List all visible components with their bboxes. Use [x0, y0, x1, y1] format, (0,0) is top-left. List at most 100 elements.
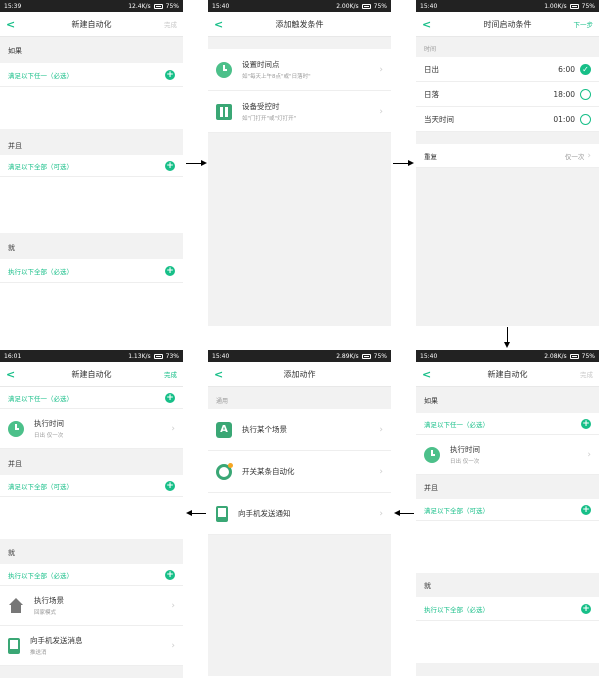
item-subtitle: 日出 仅一次: [34, 433, 64, 439]
nav-bar: < 添加触发条件: [208, 12, 391, 37]
if-condition-label: 满足以下任一（必选）: [424, 420, 489, 429]
item-title: 执行时间: [450, 445, 480, 454]
add-icon[interactable]: +: [165, 160, 175, 171]
action-run-scene[interactable]: A 执行某个场景 ›: [208, 409, 391, 451]
status-time: 15:39: [4, 2, 22, 10]
then-action-row[interactable]: 执行以下全部（必选） +: [416, 597, 599, 621]
back-icon[interactable]: <: [422, 368, 448, 381]
battery-icon: [361, 353, 371, 359]
battery-icon: [361, 3, 371, 9]
item-title: 执行某个场景: [242, 425, 287, 434]
empty-area: [0, 283, 183, 326]
time-option-sunset[interactable]: 日落 18:00: [416, 82, 599, 107]
radio-icon[interactable]: [580, 88, 591, 100]
net-speed: 2.89K/s: [336, 352, 359, 360]
back-icon[interactable]: <: [6, 18, 32, 31]
if-condition-row[interactable]: 满足以下任一（必选） +: [0, 387, 183, 409]
status-time: 15:40: [212, 352, 230, 360]
flow-arrowhead: [394, 510, 400, 516]
back-icon[interactable]: <: [422, 18, 448, 31]
add-icon[interactable]: +: [581, 603, 591, 614]
notify-action-item[interactable]: 向手机发送消息 推送消 ›: [0, 626, 183, 666]
page-title: 添加动作: [283, 369, 316, 379]
exec-time-item[interactable]: 执行时间 日出 仅一次 ›: [416, 435, 599, 475]
item-title: 向手机发送通知: [238, 509, 291, 518]
nav-bar: < 添加动作: [208, 362, 391, 387]
repeat-value: 仅一次: [564, 152, 585, 161]
time-option-daytime[interactable]: 当天时间 01:00: [416, 107, 599, 132]
and-condition-row[interactable]: 满足以下全部（可选） +: [416, 499, 599, 521]
if-condition-label: 满足以下任一（必选）: [8, 394, 73, 403]
exec-time-item[interactable]: 执行时间 日出 仅一次 ›: [0, 409, 183, 449]
option-label: 日出: [424, 64, 439, 74]
action-toggle-automation[interactable]: 开关某条自动化 ›: [208, 451, 391, 493]
status-time: 15:40: [212, 2, 230, 10]
page-title: 添加触发条件: [275, 19, 324, 29]
and-condition-row[interactable]: 满足以下全部（可选） +: [0, 475, 183, 497]
status-bar: 15:39 12.4K/s 75%: [0, 0, 183, 12]
add-icon[interactable]: +: [165, 480, 175, 491]
add-icon[interactable]: +: [165, 392, 175, 403]
next-button[interactable]: 下一步: [567, 19, 594, 29]
then-action-row[interactable]: 执行以下全部（必选） +: [0, 259, 183, 283]
add-icon[interactable]: +: [165, 265, 175, 276]
scene-action-item[interactable]: 执行场景 回家模式 ›: [0, 586, 183, 626]
chevron-right-icon: ›: [379, 64, 383, 75]
back-icon[interactable]: <: [214, 368, 240, 381]
item-subtitle: 如"每天上午8点"或"日落时": [242, 74, 311, 80]
then-action-label: 执行以下全部（必选）: [8, 571, 73, 580]
section-time: 时间: [416, 37, 599, 57]
if-condition-row[interactable]: 满足以下任一（必选） +: [0, 63, 183, 87]
back-icon[interactable]: <: [6, 368, 32, 381]
section-then: 就: [416, 573, 599, 597]
if-condition-label: 满足以下任一（必选）: [8, 71, 73, 80]
battery-level: 75%: [581, 352, 595, 360]
flow-arrowhead: [504, 342, 510, 348]
add-icon[interactable]: +: [581, 418, 591, 429]
repeat-row[interactable]: 重复 仅一次 ›: [416, 144, 599, 168]
radio-icon[interactable]: [580, 113, 591, 125]
add-icon[interactable]: +: [165, 569, 175, 580]
back-icon[interactable]: <: [214, 18, 240, 31]
empty-area: [0, 497, 183, 539]
battery-level: 75%: [581, 2, 595, 10]
battery-level: 75%: [373, 352, 387, 360]
status-time: 16:01: [4, 352, 22, 360]
option-label: 日落: [424, 89, 439, 99]
action-send-notification[interactable]: 向手机发送通知 ›: [208, 493, 391, 535]
automation-icon: [216, 462, 233, 480]
status-bar: 16:01 1.13K/s 73%: [0, 350, 183, 362]
time-option-sunrise[interactable]: 日出 6:00 ✓: [416, 57, 599, 82]
add-icon[interactable]: +: [581, 504, 591, 515]
repeat-label: 重复: [424, 152, 437, 161]
net-speed: 2.00K/s: [336, 2, 359, 10]
done-button[interactable]: 完成: [151, 369, 177, 379]
item-subtitle: 推送消: [30, 650, 47, 656]
done-button[interactable]: 完成: [567, 369, 593, 379]
empty-area: [0, 87, 183, 129]
if-condition-row[interactable]: 满足以下任一（必选） +: [416, 413, 599, 435]
item-subtitle: 日出 仅一次: [450, 459, 480, 465]
battery-level: 73%: [165, 352, 179, 360]
add-icon[interactable]: +: [165, 69, 175, 80]
item-title: 执行时间: [34, 419, 64, 428]
trigger-device-controlled[interactable]: 设备受控时 如"门打开"或"灯打开" ›: [208, 91, 391, 133]
screen-new-automation-1: 15:39 12.4K/s 75% < 新建自动化 完成 如果 满足以下任一（必选…: [0, 0, 183, 326]
battery-icon: [569, 3, 579, 9]
flow-diagram: 15:39 12.4K/s 75% < 新建自动化 完成 如果 满足以下任一（必选…: [0, 0, 600, 678]
and-condition-row[interactable]: 满足以下全部（可选） +: [0, 155, 183, 177]
flow-arrowhead: [186, 510, 192, 516]
chevron-right-icon: ›: [587, 150, 591, 161]
flow-arrow: [400, 513, 414, 514]
scene-icon: A: [216, 421, 232, 438]
battery-level: 75%: [373, 2, 387, 10]
item-title: 向手机发送消息: [30, 636, 83, 645]
empty-area: [0, 177, 183, 233]
then-action-row[interactable]: 执行以下全部（必选） +: [0, 564, 183, 586]
battery-icon: [153, 3, 163, 9]
clock-icon: [8, 420, 24, 437]
trigger-time-point[interactable]: 设置时间点 如"每天上午8点"或"日落时" ›: [208, 49, 391, 91]
check-icon[interactable]: ✓: [580, 63, 591, 75]
done-button[interactable]: 完成: [151, 19, 177, 29]
status-bar: 15:40 1.00K/s 75%: [416, 0, 599, 12]
